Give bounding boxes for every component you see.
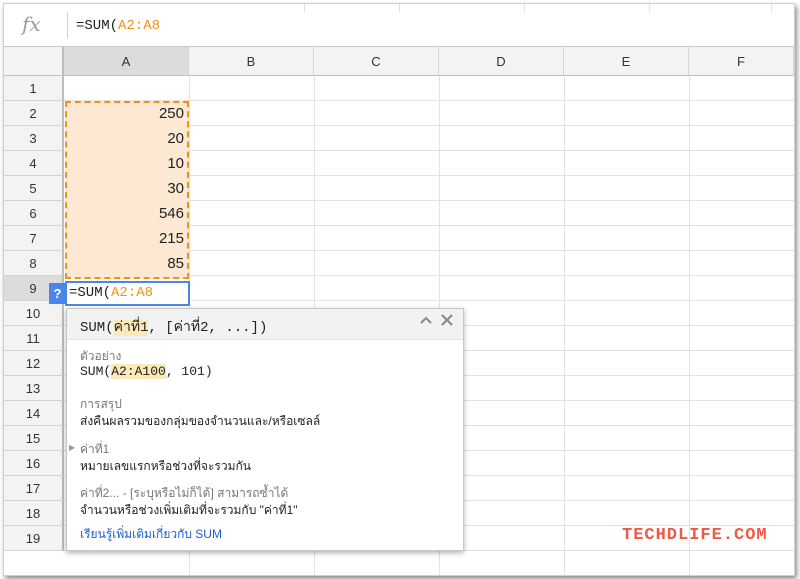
row-header-14[interactable]: 14 (4, 401, 64, 426)
formula-input[interactable]: =SUM(A2:A8 (76, 18, 160, 34)
row-header-1[interactable]: 1 (4, 76, 64, 101)
column-header-d[interactable]: D (439, 47, 564, 76)
row-header-19[interactable]: 19 (4, 526, 64, 551)
close-icon[interactable] (440, 313, 454, 332)
summary-text: ส่งคืนผลรวมของกลุ่มของจำนวนและ/หรือเซลล์ (80, 414, 321, 428)
row-header-2[interactable]: 2 (4, 101, 64, 126)
example-code: SUM(A2:A100, 101) (80, 364, 213, 379)
column-header-b[interactable]: B (189, 47, 314, 76)
row-header-8[interactable]: 8 (4, 251, 64, 276)
column-header-e[interactable]: E (564, 47, 689, 76)
row-header-5[interactable]: 5 (4, 176, 64, 201)
formula-prefix: =SUM( (76, 18, 119, 34)
learn-more-link[interactable]: เรียนรู้เพิ่มเติมเกี่ยวกับ SUM (80, 525, 222, 544)
arg1-text: หมายเลขแรกหรือช่วงที่จะรวมกัน (80, 459, 251, 473)
arg2-text: จำนวนหรือช่วงเพิ่มเติมที่จะรวมกับ "ค่าที… (80, 503, 298, 517)
row-header-10[interactable]: 10 (4, 301, 64, 326)
watermark-logo: TECHDLIFE.COM (622, 526, 768, 545)
row-header-17[interactable]: 17 (4, 476, 64, 501)
row-header-16[interactable]: 16 (4, 451, 64, 476)
row-header-18[interactable]: 18 (4, 501, 64, 526)
row-header-15[interactable]: 15 (4, 426, 64, 451)
select-all-corner[interactable] (4, 47, 64, 76)
spreadsheet-window: fx =SUM(A2:A8 A B C D E F 1 2 3 4 5 6 7 … (3, 3, 795, 576)
formula-range-ref: A2:A8 (118, 18, 161, 34)
signature-current-arg: ค่าที่1 (113, 320, 149, 336)
chevron-up-icon[interactable] (419, 313, 433, 332)
formula-bar: fx =SUM(A2:A8 (4, 4, 794, 47)
row-header-13[interactable]: 13 (4, 376, 64, 401)
example-function: SUM( (80, 364, 112, 379)
formula-bar-divider (67, 12, 68, 38)
example-rest: , 101) (165, 364, 213, 379)
row-header-4[interactable]: 4 (4, 151, 64, 176)
range-highlight-border (65, 101, 189, 279)
row-header-12[interactable]: 12 (4, 351, 64, 376)
editor-range-ref: A2:A8 (111, 285, 154, 301)
column-header-a[interactable]: A (64, 47, 189, 76)
column-header-c[interactable]: C (314, 47, 439, 76)
fx-icon: fx (22, 12, 41, 36)
column-header-f[interactable]: F (689, 47, 794, 76)
function-help-popup: SUM(ค่าที่1, [ค่าที่2, ...]) ตัวอย่าง SU… (66, 308, 464, 551)
caret-right-icon: ▶ (69, 443, 76, 452)
row-header-6[interactable]: 6 (4, 201, 64, 226)
row-header-3[interactable]: 3 (4, 126, 64, 151)
function-signature: SUM(ค่าที่1, [ค่าที่2, ...]) (80, 316, 267, 338)
signature-function-name: SUM( (80, 320, 114, 336)
example-range: A2:A100 (111, 364, 166, 379)
active-cell-editor[interactable]: =SUM(A2:A8 (65, 281, 190, 306)
row-header-11[interactable]: 11 (4, 326, 64, 351)
editor-prefix: =SUM( (69, 285, 112, 301)
function-signature-header: SUM(ค่าที่1, [ค่าที่2, ...]) (67, 309, 463, 340)
row-header-7[interactable]: 7 (4, 226, 64, 251)
formula-help-icon[interactable]: ? (49, 283, 66, 304)
signature-rest: , [ค่าที่2, ...]) (148, 320, 268, 336)
